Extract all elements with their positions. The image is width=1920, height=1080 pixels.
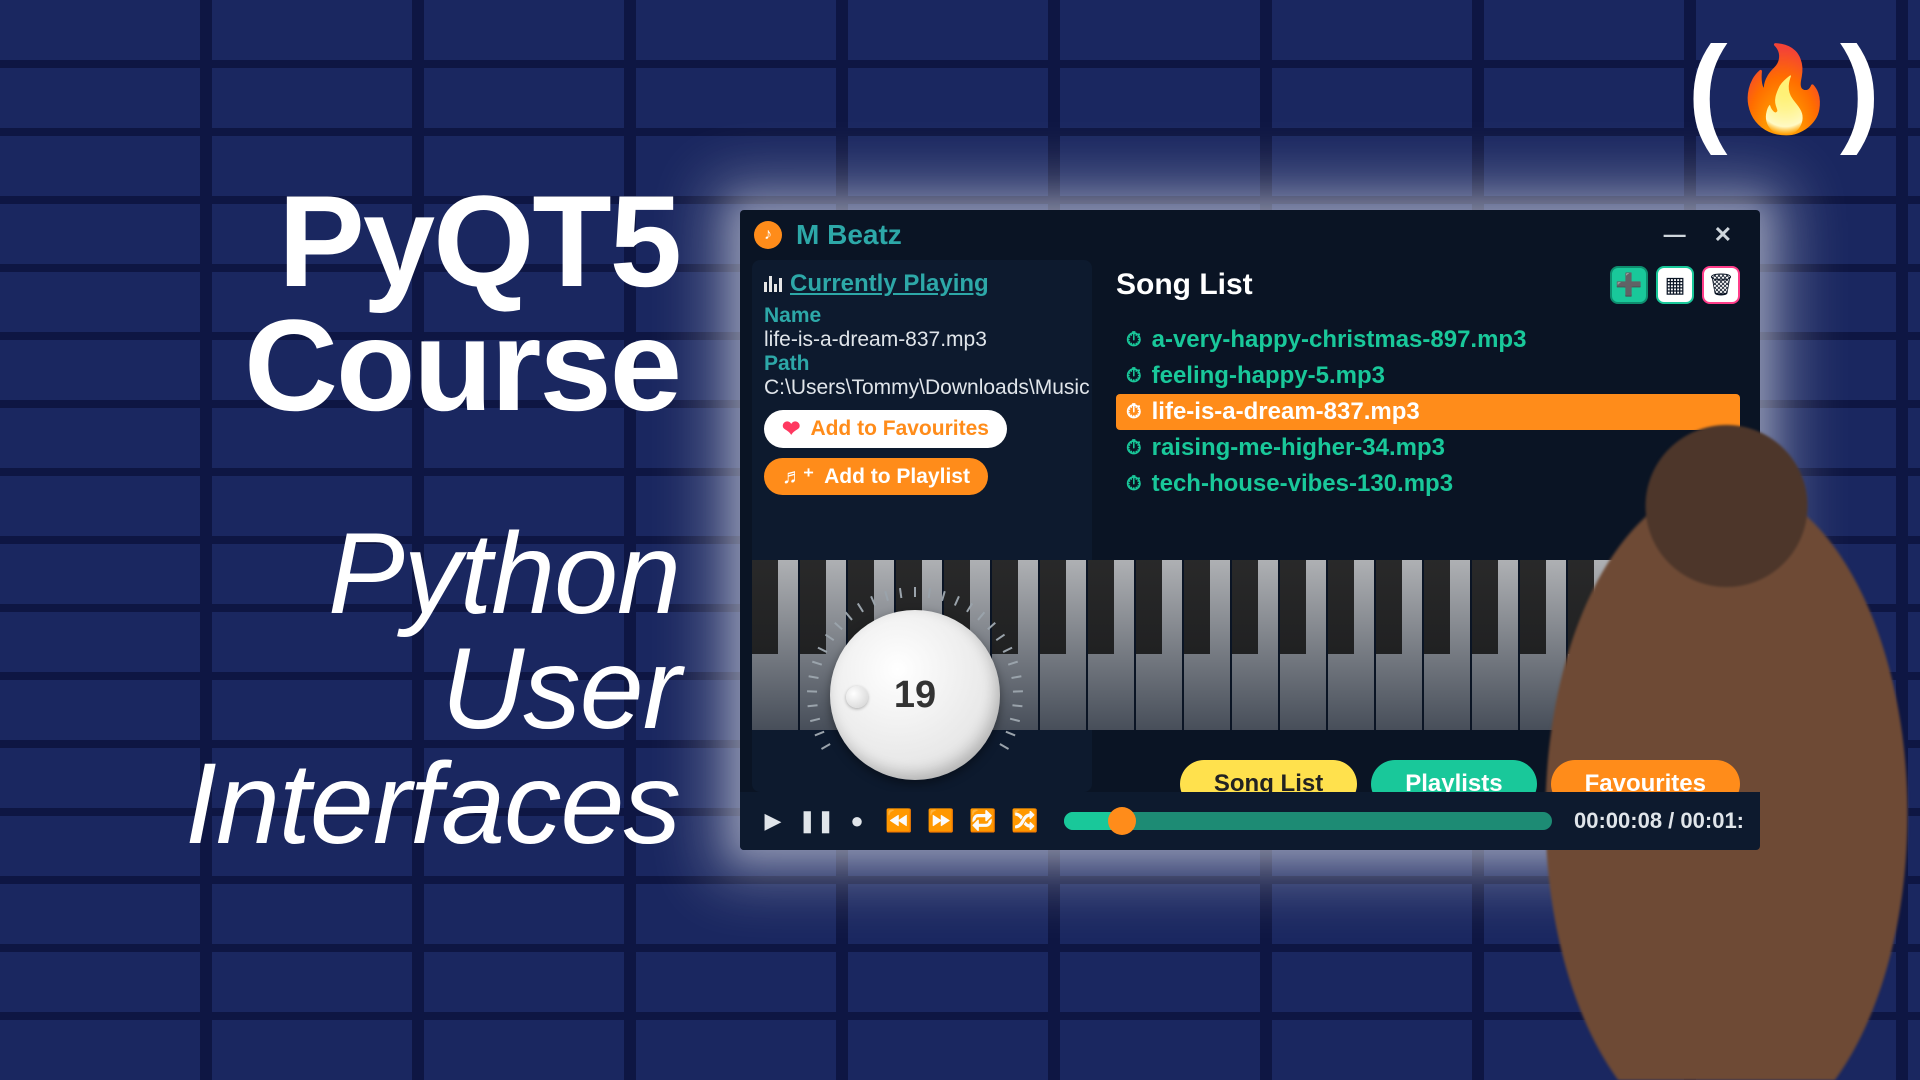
player-controls-bar: ▶ ❚❚ ● ⏪ ⏩ 🔁 🔀 00:00:08 / 00:01: (740, 792, 1760, 850)
music-add-icon: ♬⁺ (782, 464, 814, 489)
song-list-heading: Song List (1116, 268, 1602, 302)
next-button[interactable]: ⏩ (924, 808, 958, 834)
progress-thumb-icon[interactable] (1108, 807, 1136, 835)
progress-slider[interactable] (1064, 812, 1552, 830)
clock-icon: ⏱ (1126, 437, 1142, 460)
volume-knob[interactable]: 19 (800, 580, 1030, 810)
add-to-favourites-button[interactable]: ❤ Add to Favourites (764, 410, 1007, 448)
song-row[interactable]: ⏱ a-very-happy-christmas-897.mp3 (1116, 322, 1740, 358)
subtitle-line-1: Python (328, 510, 680, 638)
equalizer-icon (764, 276, 782, 292)
freecodecamp-logo: ( 🔥 ) (1687, 20, 1880, 158)
delete-song-button[interactable]: 🗑 (1702, 266, 1740, 304)
play-button[interactable]: ▶ (756, 808, 790, 834)
heart-icon: ❤ (782, 416, 800, 442)
clock-icon: ⏱ (1126, 329, 1142, 352)
song-name: feeling-happy-5.mp3 (1152, 362, 1385, 390)
list-grid-button[interactable]: ▦ (1656, 266, 1694, 304)
add-playlist-label: Add to Playlist (824, 465, 970, 489)
titlebar[interactable]: ♪ M Beatz — ✕ (740, 210, 1760, 260)
clock-icon: ⏱ (1126, 473, 1142, 496)
paren-left-icon: ( (1687, 20, 1727, 158)
presenter-portrait (1490, 380, 1920, 1080)
title-line-2: Course (244, 292, 680, 438)
song-name: life-is-a-dream-837.mp3 (1152, 398, 1420, 426)
add-fav-label: Add to Favourites (810, 417, 989, 441)
app-title: M Beatz (796, 219, 902, 251)
volume-value: 19 (894, 674, 936, 717)
knob-indicator-icon (846, 686, 868, 708)
subtitle-line-3: Interfaces (185, 740, 680, 868)
minimize-button[interactable]: — (1650, 222, 1700, 248)
song-name: raising-me-higher-34.mp3 (1152, 434, 1445, 462)
course-subtitle: Python User Interfaces (120, 517, 680, 862)
song-name: a-very-happy-christmas-897.mp3 (1152, 326, 1527, 354)
add-song-button[interactable]: ➕ (1610, 266, 1648, 304)
name-value: life-is-a-dream-837.mp3 (764, 328, 1080, 352)
time-total: 00:01: (1680, 808, 1744, 833)
path-value: C:\Users\Tommy\Downloads\Music (764, 376, 1080, 400)
song-name: tech-house-vibes-130.mp3 (1152, 470, 1453, 498)
add-to-playlist-button[interactable]: ♬⁺ Add to Playlist (764, 458, 988, 495)
clock-icon: ⏱ (1126, 401, 1142, 424)
stop-button[interactable]: ● (840, 808, 874, 834)
course-title: PyQT5 Course (120, 180, 680, 427)
path-label: Path (764, 352, 1080, 376)
prev-button[interactable]: ⏪ (882, 808, 916, 834)
slide-title-block: PyQT5 Course Python User Interfaces (120, 180, 680, 862)
app-icon: ♪ (754, 221, 782, 249)
time-current: 00:00:08 (1574, 808, 1662, 833)
paren-right-icon: ) (1840, 20, 1880, 158)
clock-icon: ⏱ (1126, 365, 1142, 388)
pause-button[interactable]: ❚❚ (798, 808, 832, 834)
close-button[interactable]: ✕ (1700, 222, 1746, 248)
repeat-button[interactable]: 🔁 (966, 808, 1000, 834)
currently-playing-heading[interactable]: Currently Playing (790, 270, 989, 298)
playback-time: 00:00:08 / 00:01: (1574, 808, 1744, 834)
flame-icon: 🔥 (1731, 40, 1836, 139)
shuffle-button[interactable]: 🔀 (1008, 808, 1042, 834)
subtitle-line-2: User (441, 625, 680, 753)
name-label: Name (764, 304, 1080, 328)
